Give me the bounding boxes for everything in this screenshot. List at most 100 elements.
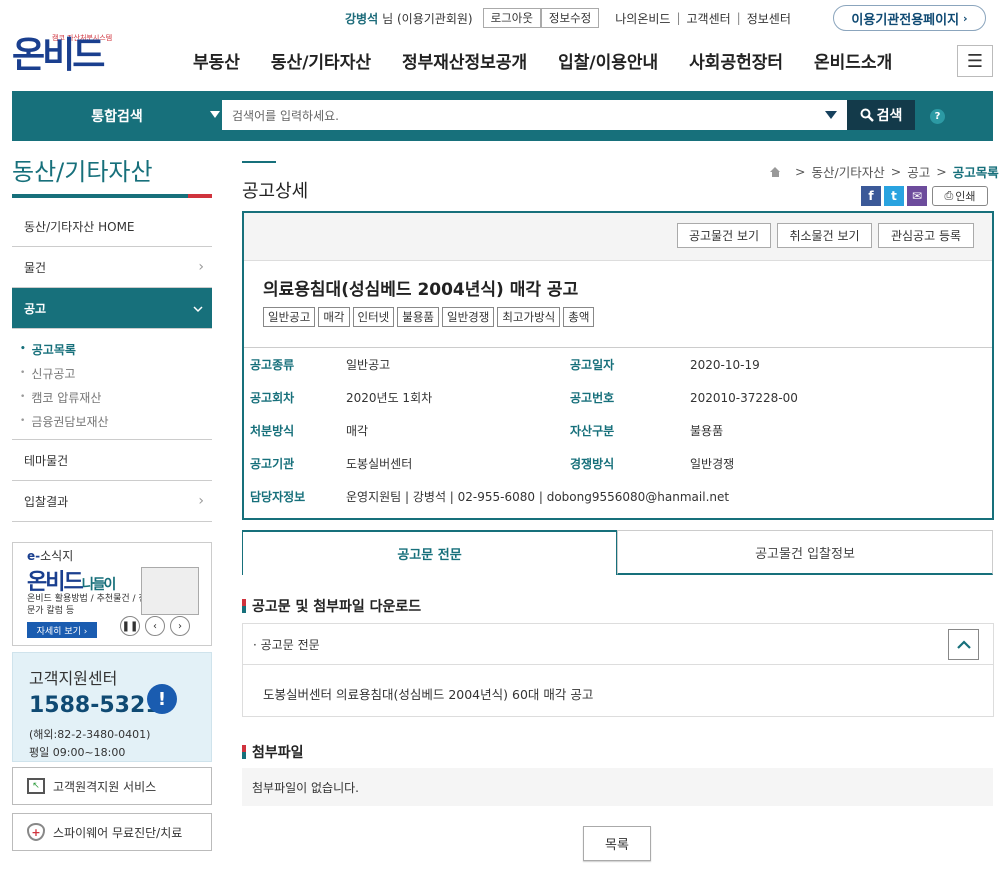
sidebar-item-notice[interactable]: 공고 (12, 288, 212, 329)
logo-name: 온비드 (12, 35, 105, 76)
sidebar-sub-label: 금융권담보재산 (31, 414, 109, 429)
notice-detail-box: 공고물건 보기 취소물건 보기 관심공고 등록 의료용침대(성심베드 2004년… (242, 211, 994, 520)
notice-tags: 일반공고 매각 인터넷 불용품 일반경쟁 최고가방식 총액 (263, 307, 597, 327)
sidebar-sub-kamco-seized[interactable]: • 캠코 압류재산 (20, 385, 212, 409)
pause-icon[interactable]: ❚❚ (120, 616, 140, 636)
help-icon[interactable]: ? (930, 109, 945, 124)
remote-support-label: 고객원격지원 서비스 (53, 779, 157, 794)
nav-movables[interactable]: 동산/기타자산 (271, 48, 371, 73)
notice-tag: 일반공고 (263, 307, 316, 327)
view-cancelled-items-button[interactable]: 취소물건 보기 (777, 223, 872, 248)
section-heading-label: 첨부파일 (252, 745, 304, 761)
remote-support-icon: ↖ (27, 778, 45, 794)
info-value: 일반공고 (346, 358, 391, 372)
breadcrumb-current[interactable]: 공고목록 (953, 162, 999, 181)
nav-bid-guide[interactable]: 입찰/이용안내 (558, 48, 658, 73)
onbid-logo[interactable]: 캠코 자산처분시스템 온비드 (12, 30, 112, 76)
exclamation-icon: ! (147, 684, 177, 714)
profile-edit-button[interactable]: 정보수정 (540, 8, 600, 28)
nav-gov-property[interactable]: 정부재산정보공개 (402, 48, 527, 73)
info-label: 경쟁방식 (570, 457, 615, 471)
list-button[interactable]: 목록 (583, 826, 651, 861)
sidebar-sub-notice-list[interactable]: • 공고목록 (20, 337, 212, 361)
banner-more-button[interactable]: 자세히 보기 › (27, 622, 97, 638)
info-value: 2020-10-19 (690, 357, 760, 372)
sidebar-item-label: 공고 (24, 301, 47, 316)
print-button[interactable]: ⎙ 인쇄 (932, 186, 988, 206)
search-input[interactable]: 검색어를 입력하세요. (222, 100, 847, 130)
sidebar-sub-financial-collateral[interactable]: • 금융권담보재산 (20, 409, 212, 433)
tab-bid-info[interactable]: 공고물건 입찰정보 (617, 530, 993, 575)
institution-page-label: 이용기관전용페이지 (851, 12, 960, 28)
institution-page-button[interactable]: 이용기관전용페이지 › (833, 5, 986, 31)
spyware-button[interactable]: + 스파이웨어 무료진단/치료 (12, 813, 212, 851)
sidebar-sub-label: 신규공고 (31, 366, 76, 381)
support-phone: 1588-5321 (29, 693, 161, 718)
sidebar-sub-label: 공고목록 (31, 342, 76, 357)
user-name: 강병석 (345, 11, 379, 26)
banner-title: 온비드 (27, 570, 84, 595)
breadcrumb-item[interactable]: 공고 (907, 162, 930, 181)
tab-notice-fulltext[interactable]: 공고문 전문 (242, 530, 617, 575)
info-row: 공고기관 도봉실버센터 경쟁방식 일반경쟁 (244, 447, 992, 480)
sidebar-item-label: 입찰결과 (24, 494, 69, 509)
sidebar-item-results[interactable]: 입찰결과 › (12, 481, 212, 522)
info-value: 2020년도 1회차 (346, 391, 433, 405)
nav-about[interactable]: 온비드소개 (814, 48, 892, 73)
sidebar-item-home[interactable]: 동산/기타자산 HOME (12, 206, 212, 247)
hamburger-menu-icon[interactable]: ☰ (957, 45, 993, 77)
accordion-title: · 공고문 전문 (253, 637, 320, 652)
view-notice-items-button[interactable]: 공고물건 보기 (677, 223, 771, 248)
nav-real-estate[interactable]: 부동산 (193, 48, 240, 73)
support-hours: 평일 09:00~18:00 (29, 746, 126, 759)
search-category-label: 통합검색 (91, 109, 143, 125)
search-category-select[interactable]: 통합검색 (12, 91, 222, 141)
shield-icon: + (27, 823, 45, 841)
notice-tag: 총액 (563, 307, 595, 327)
breadcrumb-item[interactable]: 동산/기타자산 (811, 162, 884, 181)
info-center-link[interactable]: 정보센터 (747, 10, 791, 27)
next-icon[interactable]: › (170, 616, 190, 636)
banner-title-suffix: 나들이 (81, 577, 117, 593)
sidebar-item-goods[interactable]: 물건 › (12, 247, 212, 288)
chevron-right-icon: › (198, 493, 204, 509)
my-onbid-link[interactable]: 나의온비드 (615, 10, 670, 27)
sidebar-sub-new-notice[interactable]: • 신규공고 (20, 361, 212, 385)
prev-icon[interactable]: ‹ (145, 616, 165, 636)
add-favorite-notice-button[interactable]: 관심공고 등록 (878, 223, 974, 248)
info-value: 운영지원팀 | 강병석 | 02-955-6080 | dobong955608… (346, 490, 730, 504)
twitter-icon[interactable]: t (884, 186, 904, 206)
support-overseas: (해외:82-2-3480-0401) (29, 728, 151, 741)
user-type: 님 (이용기관회원) (382, 11, 473, 26)
banner-description: 온비드 활용방법 / 추천물건 / 전문가 칼럼 등 (27, 594, 147, 616)
notice-title: 의료용침대(성심베드 2004년식) 매각 공고 (263, 280, 579, 300)
title-accent (242, 161, 276, 163)
customer-center-link[interactable]: 고객센터 (687, 10, 731, 27)
info-row: 공고종류 일반공고 공고일자 2020-10-19 (244, 348, 992, 381)
info-label: 처분방식 (250, 424, 295, 438)
sidebar-title: 동산/기타자산 (12, 158, 153, 186)
info-value: 불용품 (690, 424, 724, 438)
sidebar-sub-label: 캠코 압류재산 (31, 390, 102, 405)
notice-tag: 일반경쟁 (442, 307, 495, 327)
newsletter-banner[interactable]: e-소식지 온비드나들이 온비드 활용방법 / 추천물건 / 전문가 칼럼 등 … (12, 542, 212, 646)
remote-support-button[interactable]: ↖ 고객원격지원 서비스 (12, 767, 212, 805)
caret-down-icon[interactable] (825, 111, 837, 119)
info-label: 공고종류 (250, 358, 295, 372)
facebook-icon[interactable]: f (861, 186, 881, 206)
info-value: 도봉실버센터 (346, 457, 413, 471)
logout-button[interactable]: 로그아웃 (482, 8, 541, 28)
utility-bar: 강병석 님 (이용기관회원) 로그아웃 정보수정 나의온비드 | 고객센터 | … (345, 8, 791, 28)
nav-social-market[interactable]: 사회공헌장터 (689, 48, 783, 73)
sidebar-item-theme[interactable]: 테마물건 (12, 440, 212, 481)
sidebar-title-underline (12, 194, 212, 198)
chevron-up-icon[interactable] (948, 629, 979, 660)
home-icon[interactable] (770, 166, 781, 177)
notice-info-table: 공고종류 일반공고 공고일자 2020-10-19 공고회차 2020년도 1회… (244, 347, 992, 513)
search-button[interactable]: 검색 (847, 100, 915, 130)
sidebar-subnav: • 공고목록 • 신규공고 • 캠코 압류재산 • 금융권담보재산 (12, 329, 212, 440)
accordion-header[interactable]: · 공고문 전문 (243, 624, 993, 665)
breadcrumb: > 동산/기타자산 > 공고 > 공고목록 (770, 162, 999, 181)
mail-icon[interactable]: ✉ (907, 186, 927, 206)
info-label: 공고일자 (570, 358, 615, 372)
